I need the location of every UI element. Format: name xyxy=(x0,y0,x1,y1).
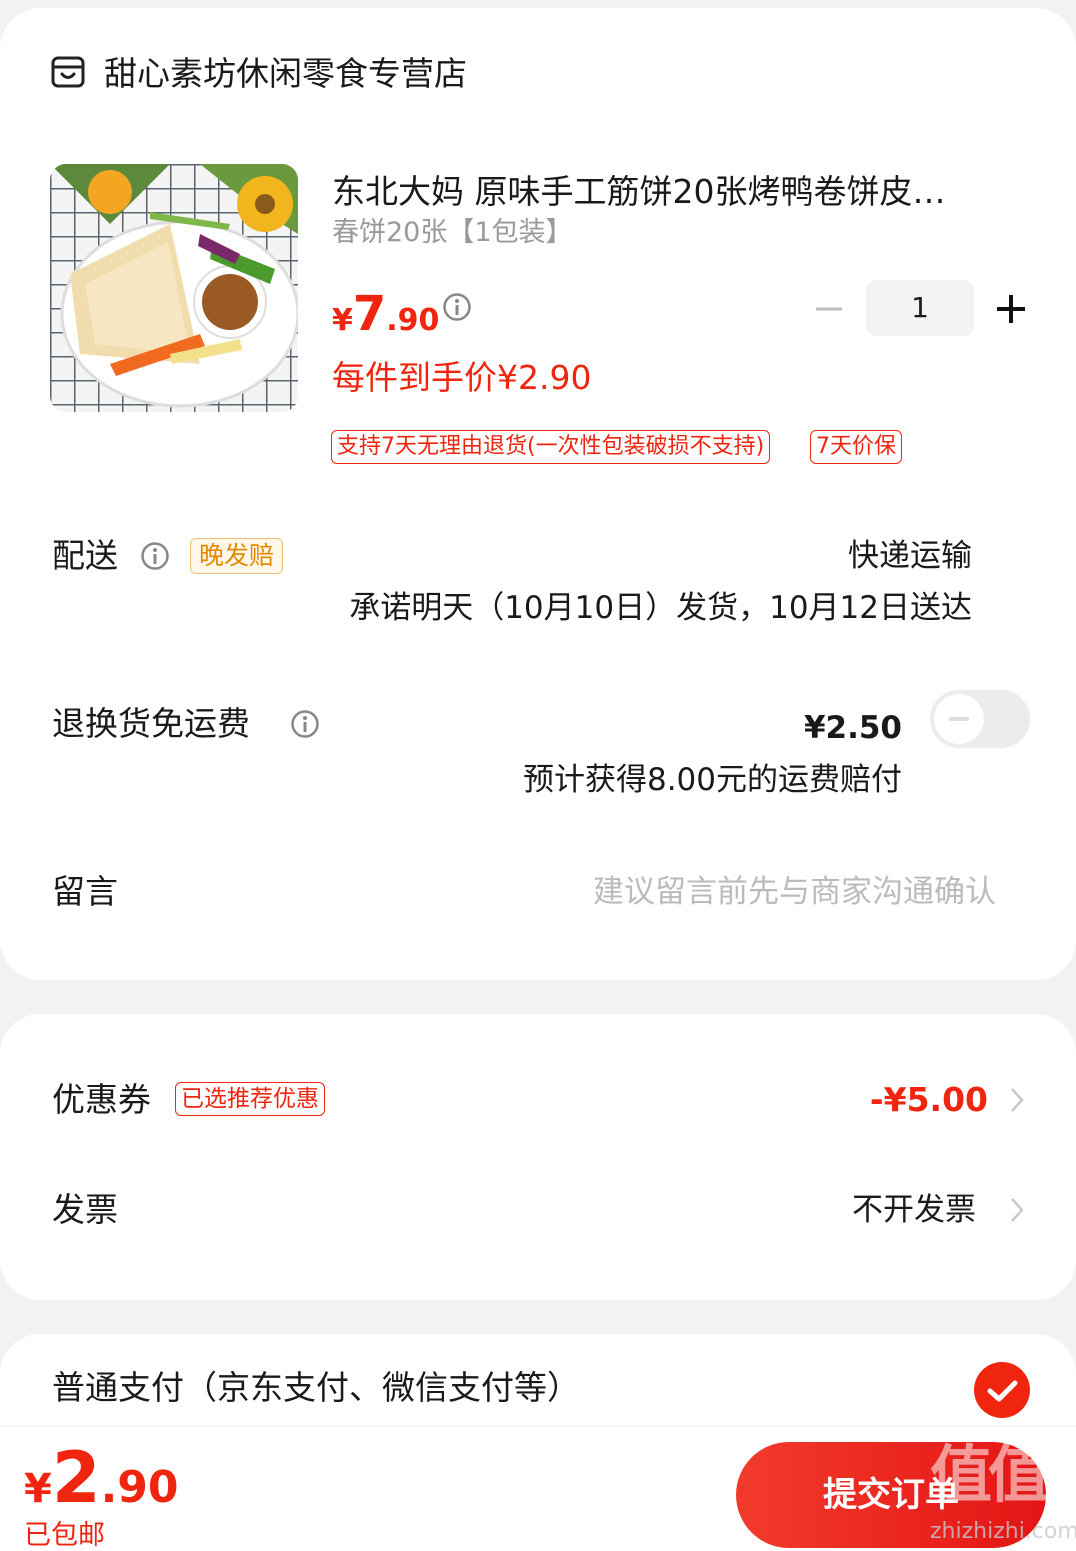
late-shipment-badge: 晚发赔 xyxy=(190,538,284,574)
return-shipping-info-icon[interactable] xyxy=(290,709,320,739)
invoice-chevron-icon[interactable] xyxy=(1008,1195,1026,1225)
product-title[interactable]: 东北大妈 原味手工筋饼20张烤鸭卷饼皮… xyxy=(332,170,997,214)
delivery-method[interactable]: 快递运输 xyxy=(848,534,972,578)
product-image[interactable] xyxy=(50,164,298,412)
coupon-label: 优惠券 xyxy=(52,1080,151,1119)
product-spec[interactable]: 春饼20张【1包装】 xyxy=(332,214,573,252)
coupon-chevron-icon[interactable] xyxy=(1008,1085,1026,1115)
return-shipping-price: ¥2.50 xyxy=(803,710,902,746)
product-price: ¥7.90 xyxy=(332,284,439,355)
total-symbol: ¥ xyxy=(24,1466,52,1512)
toggle-knob xyxy=(934,694,984,744)
total-decimal: .90 xyxy=(100,1462,179,1513)
invoice-label: 发票 xyxy=(52,1190,118,1229)
price-decimal: .90 xyxy=(386,303,440,338)
price-protection-tag: 7天价保 xyxy=(810,430,902,464)
store-name[interactable]: 甜心素坊休闲零食专营店 xyxy=(104,52,467,96)
delivery-label: 配送 xyxy=(52,536,118,575)
coupon-badge: 已选推荐优惠 xyxy=(175,1082,325,1116)
message-label: 留言 xyxy=(52,872,118,911)
total-integer: 2 xyxy=(51,1437,101,1519)
delivery-promise[interactable]: 承诺明天（10月10日）发货，10月12日送达 xyxy=(349,586,972,630)
discount-card xyxy=(0,1014,1076,1300)
return-shipping-note: 预计获得8.00元的运费赔付 xyxy=(522,762,902,798)
unit-price: 每件到手价¥2.90 xyxy=(332,358,592,397)
increase-quantity-button[interactable] xyxy=(994,292,1028,326)
invoice-value[interactable]: 不开发票 xyxy=(852,1188,976,1232)
delivery-info-icon[interactable] xyxy=(140,541,170,571)
price-integer: 7 xyxy=(352,286,387,342)
return-policy-tag: 支持7天无理由退货(一次性包装破损不支持) xyxy=(331,430,771,464)
watermark-logo: 值值值 xyxy=(930,1438,1076,1511)
return-shipping-label: 退换货免运费 xyxy=(52,704,250,743)
order-item-card: 甜心素坊休闲零食专营店 东北大妈 原味手工筋饼20张烤鸭卷饼皮… 春饼20张【1… xyxy=(0,8,1076,980)
quantity-input[interactable]: 1 xyxy=(866,280,974,336)
product-photo xyxy=(50,164,298,412)
return-shipping-toggle[interactable] xyxy=(930,690,1030,748)
watermark-url: zhizhizhi.com xyxy=(930,1519,1076,1544)
price-symbol: ¥ xyxy=(332,303,353,338)
message-input[interactable]: 建议留言前先与商家沟通确认 xyxy=(593,870,996,914)
price-info-icon[interactable] xyxy=(442,292,472,322)
store-icon xyxy=(51,56,85,88)
coupon-value[interactable]: -¥5.00 xyxy=(870,1078,988,1122)
payment-selected-check-icon[interactable] xyxy=(974,1362,1030,1418)
decrease-quantity-button[interactable] xyxy=(812,292,846,326)
payment-method-label[interactable]: 普通支付（京东支付、微信支付等） xyxy=(52,1366,580,1410)
free-shipping-note: 已包邮 xyxy=(24,1520,105,1551)
